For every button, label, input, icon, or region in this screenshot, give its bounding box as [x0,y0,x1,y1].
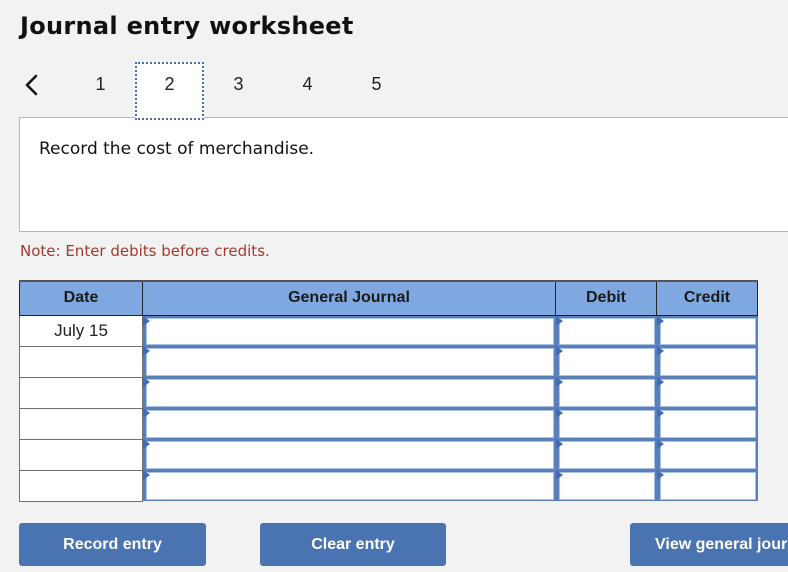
account-cell [142,408,556,439]
dropdown-flag-icon [143,315,150,326]
dropdown-flag-icon [656,346,664,356]
account-cell [142,439,556,470]
note-text: Note: Enter debits before credits. [20,242,270,260]
column-header-debit: Debit [555,280,657,316]
column-header-credit: Credit [656,280,758,316]
page-tab-4[interactable]: 4 [273,62,342,120]
view-general-journal-button[interactable]: View general journal [630,523,788,566]
credit-cell [656,346,758,377]
account-input[interactable] [146,441,554,469]
dropdown-flag-icon [143,346,150,356]
instruction-panel: Record the cost of merchandise. [19,117,788,232]
account-cell [142,346,556,377]
column-header-general-journal: General Journal [142,280,556,316]
account-input[interactable] [146,472,554,500]
account-input[interactable] [146,410,554,438]
debit-cell [555,408,657,439]
table-row [19,407,758,440]
dropdown-flag-icon [656,315,664,326]
dropdown-flag-icon [555,439,563,449]
credit-cell [656,408,758,439]
account-cell [142,377,556,408]
date-cell [19,469,143,502]
debit-cell [555,346,657,377]
date-cell: July 15 [19,314,143,347]
credit-input[interactable] [659,441,756,469]
column-header-date: Date [19,280,143,316]
dropdown-flag-icon [656,408,664,418]
dropdown-flag-icon [555,315,563,326]
debit-cell [555,470,657,501]
table-row [19,469,758,502]
chevron-left-icon [25,74,38,96]
debit-input[interactable] [558,441,655,469]
debit-input[interactable] [558,410,655,438]
table-row [19,376,758,409]
dropdown-flag-icon [656,439,664,449]
credit-input[interactable] [659,379,756,407]
date-cell [19,407,143,440]
debit-cell [555,439,657,470]
account-input[interactable] [146,317,554,345]
date-cell [19,438,143,471]
credit-cell [656,470,758,501]
dropdown-flag-icon [555,470,563,480]
date-cell [19,345,143,378]
instruction-text: Record the cost of merchandise. [39,139,315,159]
table-row [19,438,758,471]
debit-cell [555,315,657,346]
dropdown-flag-icon [143,439,150,449]
credit-input[interactable] [659,317,756,345]
dropdown-flag-icon [656,377,664,387]
debit-input[interactable] [558,379,655,407]
debit-cell [555,377,657,408]
dropdown-flag-icon [143,470,150,480]
account-input[interactable] [146,379,554,407]
dropdown-flag-icon [555,346,563,356]
page-tab-1[interactable]: 1 [66,62,135,120]
credit-cell [656,439,758,470]
table-row [19,345,758,378]
page-tab-5[interactable]: 5 [342,62,411,120]
page-tab-3[interactable]: 3 [204,62,273,120]
page-tab-2[interactable]: 2 [135,62,204,120]
account-cell [142,470,556,501]
account-input[interactable] [146,348,554,376]
dropdown-flag-icon [555,408,563,418]
credit-cell [656,315,758,346]
credit-input[interactable] [659,348,756,376]
journal-table: Date General Journal Debit Credit July 1… [19,280,758,502]
record-entry-button[interactable]: Record entry [19,523,206,566]
date-cell [19,376,143,409]
debit-input[interactable] [558,348,655,376]
dropdown-flag-icon [656,470,664,480]
debit-input[interactable] [558,317,655,345]
credit-input[interactable] [659,472,756,500]
page-title: Journal entry worksheet [20,12,354,40]
table-row: July 15 [19,314,758,347]
dropdown-flag-icon [555,377,563,387]
pagination: 1 2 3 4 5 [0,62,788,120]
debit-input[interactable] [558,472,655,500]
dropdown-flag-icon [143,408,150,418]
credit-input[interactable] [659,410,756,438]
credit-cell [656,377,758,408]
dropdown-flag-icon [143,377,150,387]
account-cell [142,315,556,346]
previous-page-button[interactable] [22,72,42,98]
table-header-row: Date General Journal Debit Credit [19,280,758,316]
clear-entry-button[interactable]: Clear entry [260,523,446,566]
